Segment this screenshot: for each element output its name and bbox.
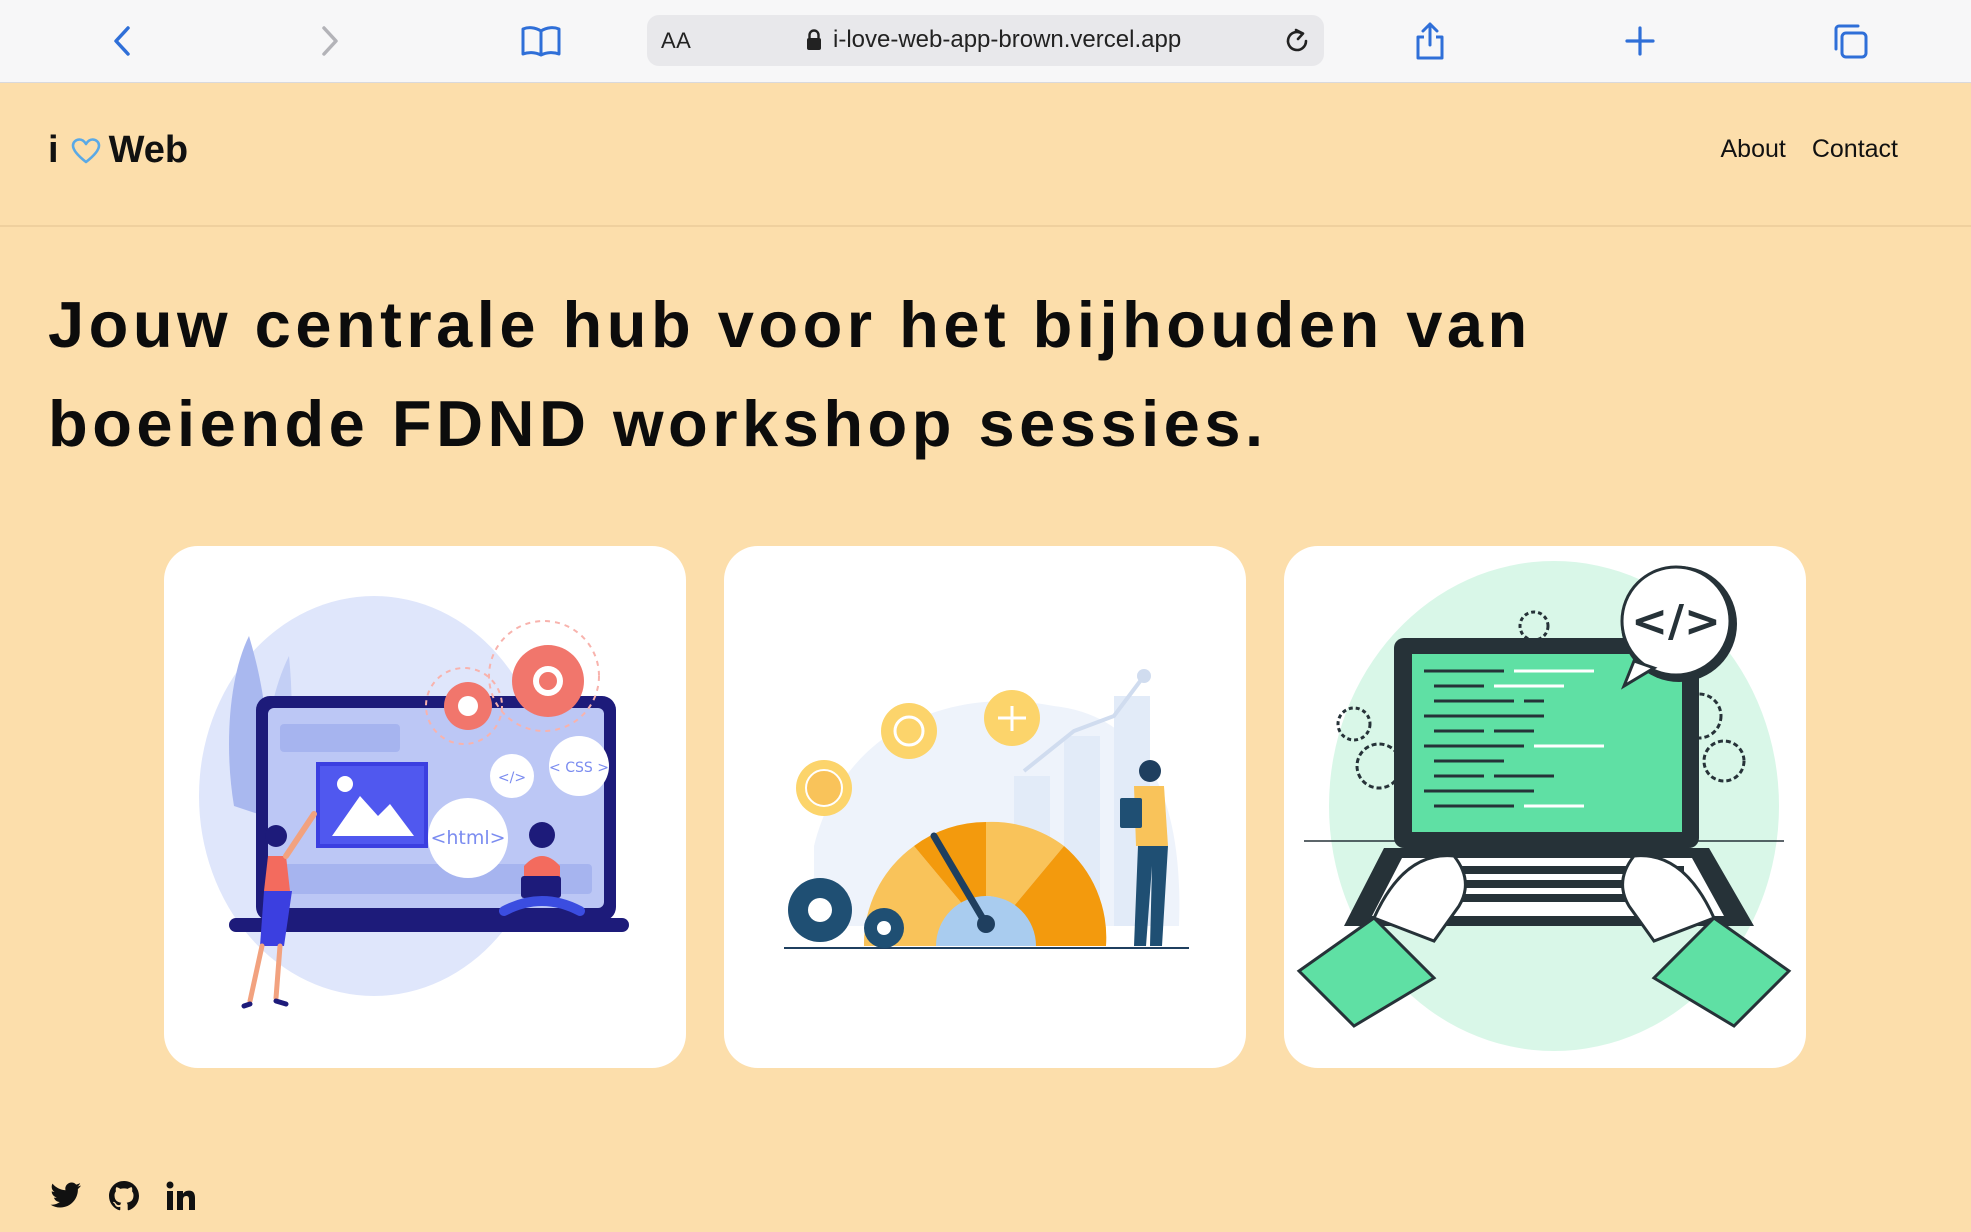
web-design-illustration: <html> </> < CSS > [199, 596, 629, 1009]
twitter-icon [50, 1182, 81, 1208]
nav-link-contact[interactable]: Contact [1812, 135, 1898, 164]
back-button[interactable] [95, 14, 149, 68]
github-link[interactable] [108, 1180, 140, 1212]
card-coding[interactable]: </> [1284, 546, 1806, 1068]
main-nav: About Contact [1720, 135, 1898, 164]
share-button[interactable] [1403, 14, 1457, 68]
share-icon [1416, 22, 1444, 60]
linkedin-link[interactable] [166, 1181, 196, 1211]
back-icon [114, 26, 130, 56]
hero-line-2: boeiende FDND workshop sessies. [48, 387, 1268, 460]
forward-icon [322, 26, 338, 56]
reader-mode-button[interactable]: AA [661, 28, 691, 54]
new-tab-button[interactable] [1613, 14, 1667, 68]
heart-icon [71, 137, 101, 164]
lock-icon [806, 29, 822, 56]
bookmarks-icon [521, 26, 561, 57]
site-logo[interactable]: i Web [48, 129, 188, 172]
tabs-icon [1834, 24, 1868, 59]
reload-icon [1286, 28, 1308, 52]
card-performance[interactable] [724, 546, 1246, 1068]
site-header: i Web About Contact [0, 83, 1971, 227]
coding-laptop-illustration: </> [1296, 561, 1792, 1051]
code-bubble-text: </> [1631, 596, 1721, 647]
hero-title: Jouw centrale hub voor het bijhouden van… [48, 275, 1808, 473]
css-badge: < CSS > [549, 760, 609, 776]
illustration-cards: <html> </> < CSS > </> [164, 546, 1806, 1068]
twitter-link[interactable] [50, 1182, 82, 1210]
hero-line-1: Jouw centrale hub voor het bijhouden van [48, 288, 1532, 361]
logo-prefix: i [48, 129, 59, 171]
nav-link-about[interactable]: About [1720, 135, 1785, 164]
bookmarks-button[interactable] [514, 14, 568, 68]
logo-suffix: Web [108, 129, 189, 171]
forward-button[interactable] [303, 14, 357, 68]
card-web-design[interactable]: <html> </> < CSS > [164, 546, 686, 1068]
social-links [50, 1180, 196, 1212]
url-text: i-love-web-app-brown.vercel.app [833, 26, 1182, 53]
tabs-button[interactable] [1823, 14, 1877, 68]
linkedin-icon [166, 1181, 195, 1210]
github-icon [109, 1181, 139, 1211]
html-badge: <html> [430, 827, 505, 849]
new-tab-icon [1625, 26, 1655, 56]
performance-gauge-illustration [784, 669, 1189, 949]
address-bar[interactable]: AA i-love-web-app-brown.vercel.app [647, 15, 1324, 66]
browser-toolbar: AA i-love-web-app-brown.vercel.app [0, 0, 1971, 83]
reload-button[interactable] [1278, 22, 1316, 60]
code-badge: </> [498, 770, 526, 786]
